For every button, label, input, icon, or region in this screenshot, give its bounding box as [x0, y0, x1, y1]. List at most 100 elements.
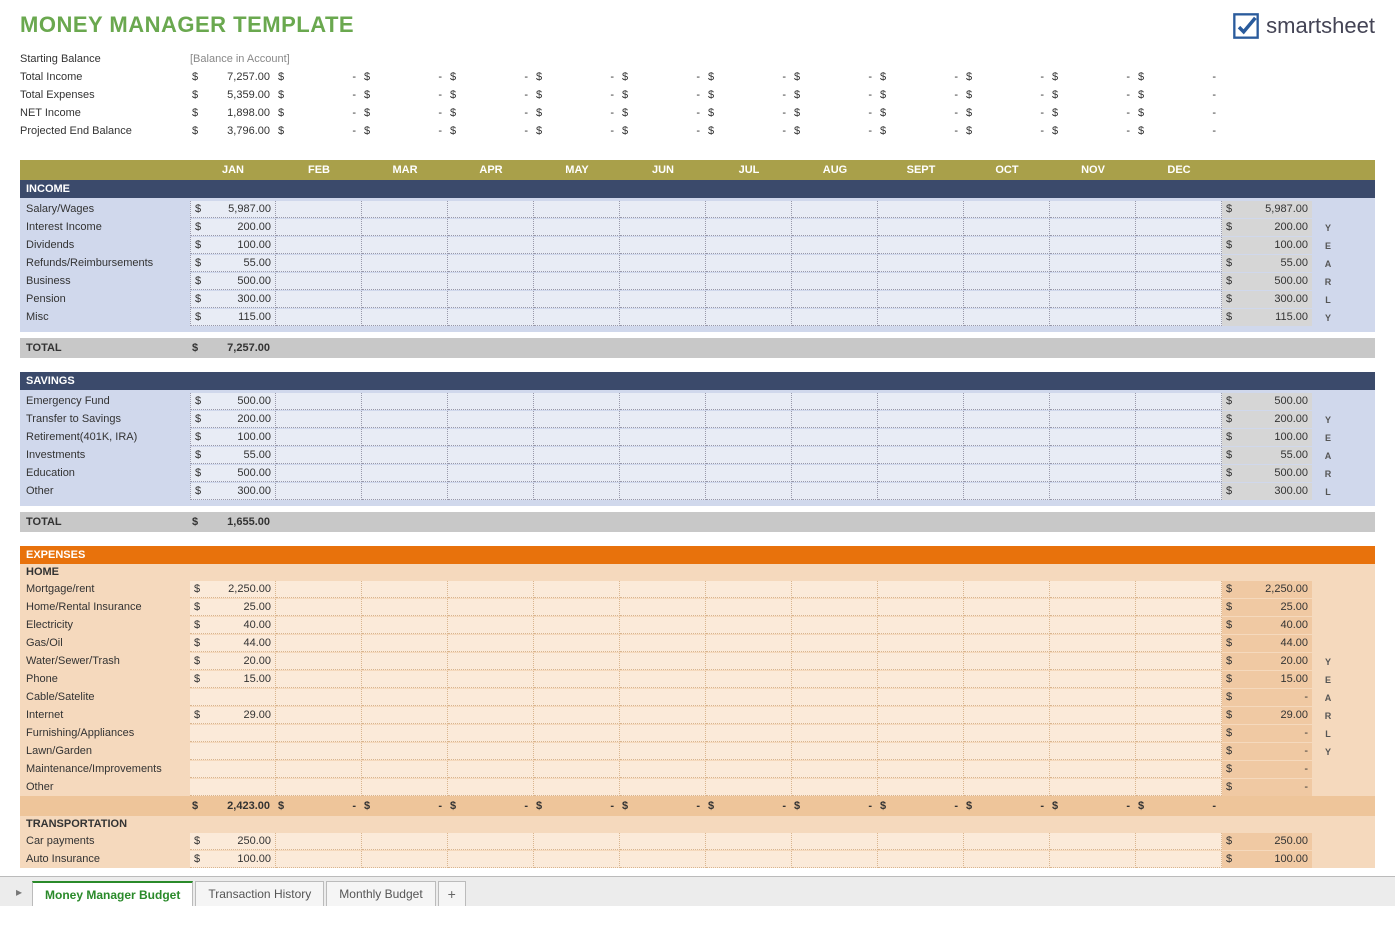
data-cell[interactable] [620, 255, 706, 272]
data-cell[interactable]: $15.00 [190, 671, 276, 688]
data-cell[interactable] [276, 743, 362, 760]
data-cell[interactable] [276, 779, 362, 796]
data-cell[interactable] [448, 779, 534, 796]
data-cell[interactable] [1050, 779, 1136, 796]
data-cell[interactable]: $300.00 [190, 291, 276, 308]
data-cell[interactable] [276, 309, 362, 326]
data-cell[interactable] [276, 411, 362, 428]
data-cell[interactable] [1136, 707, 1222, 724]
data-cell[interactable] [1050, 483, 1136, 500]
data-cell[interactable] [878, 851, 964, 868]
data-cell[interactable] [448, 309, 534, 326]
data-cell[interactable] [706, 201, 792, 218]
data-cell[interactable] [1136, 291, 1222, 308]
data-cell[interactable]: $100.00 [190, 851, 276, 868]
data-cell[interactable] [276, 725, 362, 742]
data-cell[interactable] [964, 743, 1050, 760]
data-cell[interactable] [362, 743, 448, 760]
data-cell[interactable] [534, 707, 620, 724]
data-cell[interactable]: $250.00 [190, 833, 276, 850]
data-cell[interactable] [706, 833, 792, 850]
data-cell[interactable]: $300.00 [190, 483, 276, 500]
data-cell[interactable]: $5,987.00 [190, 201, 276, 218]
data-cell[interactable] [620, 237, 706, 254]
data-cell[interactable] [878, 725, 964, 742]
data-cell[interactable] [878, 483, 964, 500]
data-cell[interactable] [448, 743, 534, 760]
data-cell[interactable] [534, 237, 620, 254]
data-cell[interactable] [792, 707, 878, 724]
data-cell[interactable] [792, 743, 878, 760]
data-cell[interactable] [792, 447, 878, 464]
data-cell[interactable] [792, 483, 878, 500]
data-cell[interactable] [534, 653, 620, 670]
data-cell[interactable] [620, 761, 706, 778]
data-cell[interactable] [706, 411, 792, 428]
data-cell[interactable] [792, 851, 878, 868]
data-cell[interactable] [534, 393, 620, 410]
data-cell[interactable] [792, 273, 878, 290]
data-cell[interactable] [706, 635, 792, 652]
data-cell[interactable] [448, 581, 534, 598]
data-cell[interactable] [276, 291, 362, 308]
data-cell[interactable] [878, 201, 964, 218]
data-cell[interactable] [878, 599, 964, 616]
data-cell[interactable] [964, 393, 1050, 410]
data-cell[interactable] [448, 635, 534, 652]
data-cell[interactable] [448, 689, 534, 706]
data-cell[interactable] [534, 483, 620, 500]
data-cell[interactable] [362, 779, 448, 796]
data-cell[interactable] [276, 599, 362, 616]
data-cell[interactable] [878, 393, 964, 410]
data-cell[interactable] [534, 671, 620, 688]
data-cell[interactable] [1136, 273, 1222, 290]
data-cell[interactable] [362, 689, 448, 706]
data-cell[interactable] [276, 761, 362, 778]
data-cell[interactable] [620, 447, 706, 464]
data-cell[interactable] [534, 725, 620, 742]
data-cell[interactable] [792, 689, 878, 706]
data-cell[interactable] [1050, 653, 1136, 670]
data-cell[interactable] [276, 635, 362, 652]
data-cell[interactable] [534, 833, 620, 850]
data-cell[interactable] [620, 411, 706, 428]
data-cell[interactable] [706, 465, 792, 482]
data-cell[interactable] [792, 411, 878, 428]
data-cell[interactable] [706, 761, 792, 778]
data-cell[interactable] [276, 447, 362, 464]
data-cell[interactable] [362, 635, 448, 652]
data-cell[interactable] [706, 483, 792, 500]
data-cell[interactable] [362, 581, 448, 598]
data-cell[interactable] [276, 851, 362, 868]
data-cell[interactable] [362, 309, 448, 326]
data-cell[interactable] [1136, 599, 1222, 616]
data-cell[interactable] [534, 617, 620, 634]
data-cell[interactable]: $100.00 [190, 429, 276, 446]
data-cell[interactable] [878, 833, 964, 850]
data-cell[interactable] [706, 617, 792, 634]
data-cell[interactable] [534, 761, 620, 778]
data-cell[interactable] [792, 581, 878, 598]
data-cell[interactable] [878, 653, 964, 670]
data-cell[interactable] [792, 833, 878, 850]
data-cell[interactable] [964, 707, 1050, 724]
data-cell[interactable] [620, 743, 706, 760]
data-cell[interactable] [362, 851, 448, 868]
tab-money-manager-budget[interactable]: Money Manager Budget [32, 881, 193, 906]
data-cell[interactable] [1136, 237, 1222, 254]
data-cell[interactable] [362, 483, 448, 500]
data-cell[interactable] [620, 653, 706, 670]
data-cell[interactable] [534, 635, 620, 652]
data-cell[interactable] [878, 429, 964, 446]
data-cell[interactable]: $500.00 [190, 465, 276, 482]
data-cell[interactable] [448, 393, 534, 410]
data-cell[interactable] [448, 761, 534, 778]
data-cell[interactable] [1050, 255, 1136, 272]
data-cell[interactable] [878, 617, 964, 634]
data-cell[interactable] [706, 689, 792, 706]
data-cell[interactable] [620, 273, 706, 290]
data-cell[interactable] [1136, 581, 1222, 598]
data-cell[interactable] [534, 689, 620, 706]
data-cell[interactable] [964, 671, 1050, 688]
data-cell[interactable] [878, 447, 964, 464]
